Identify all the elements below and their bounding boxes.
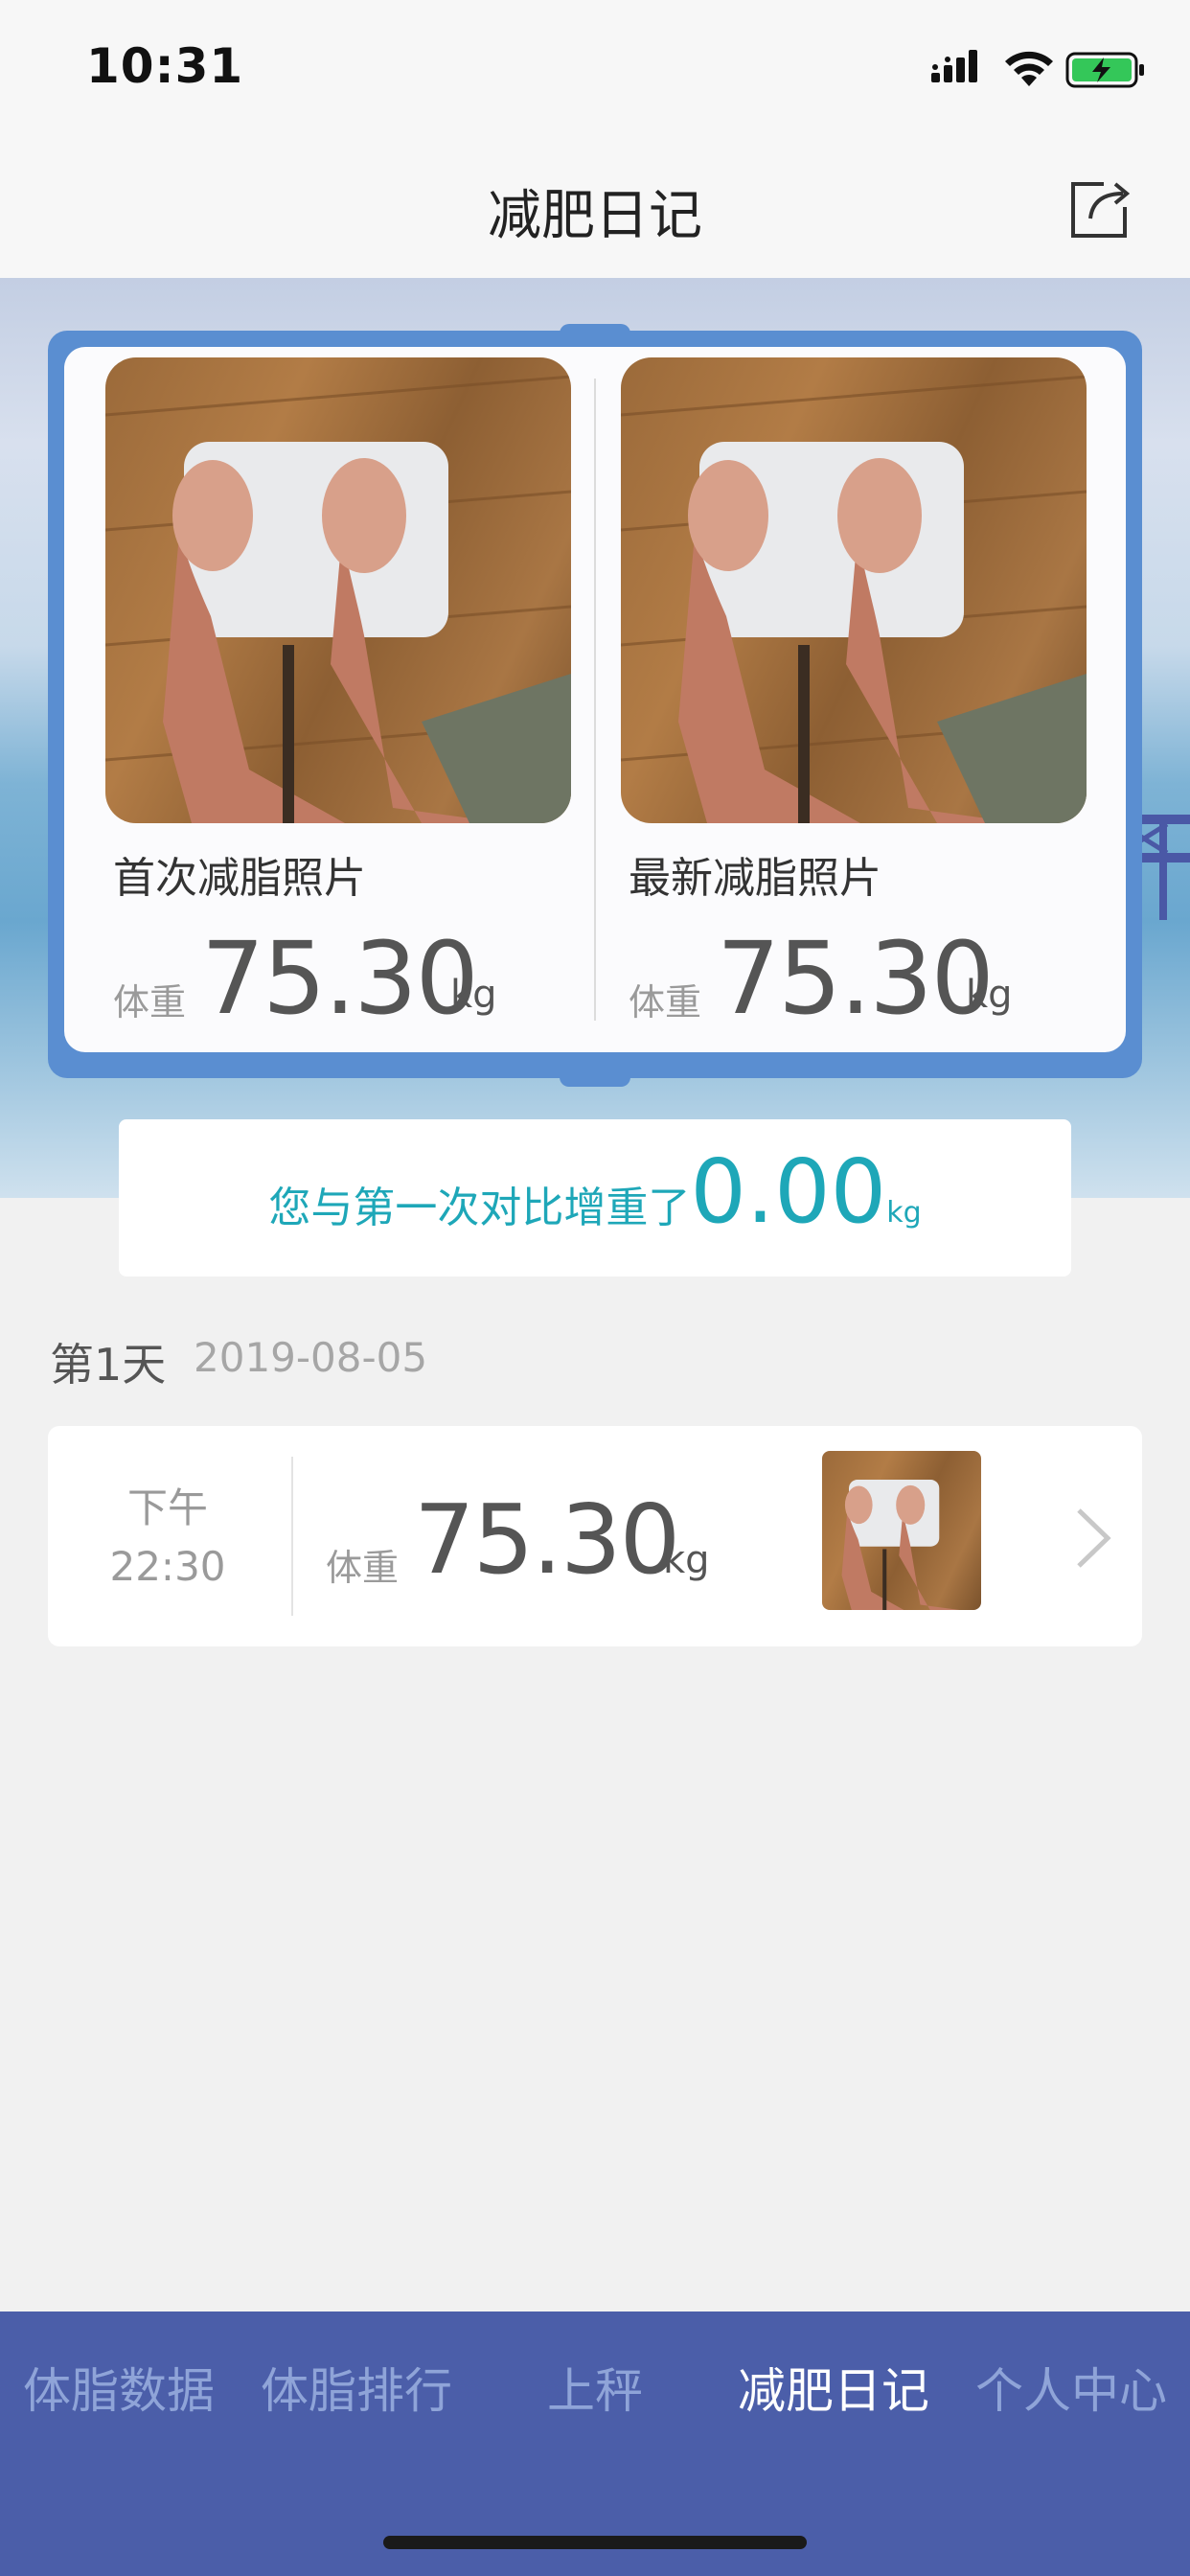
first-photo[interactable]	[105, 357, 571, 823]
battery-charging-icon	[1065, 52, 1144, 88]
record-time: 22:30	[109, 1543, 226, 1590]
record-weight-value: 75.30	[414, 1484, 680, 1596]
weight-compare-line: 您与第一次对比增重了0.00kg	[119, 1140, 1071, 1243]
scale-photo-image	[841, 1480, 960, 1610]
share-icon[interactable]	[1065, 174, 1134, 243]
chevron-right-icon[interactable]	[1071, 1505, 1115, 1572]
tab-diet-diary[interactable]: 减肥日记	[715, 2353, 952, 2422]
record-thumbnail[interactable]	[822, 1451, 981, 1610]
record-weight-label: 体重	[326, 1547, 400, 1589]
latest-photo[interactable]	[621, 357, 1087, 823]
latest-weight-unit: kg	[966, 973, 1013, 1017]
first-weight-label: 体重	[113, 981, 187, 1024]
tab-personal-center[interactable]: 个人中心	[952, 2353, 1190, 2422]
compare-text: 您与第一次对比增重了	[268, 1184, 691, 1232]
first-weight-unit: kg	[450, 973, 497, 1017]
first-photo-caption: 首次减脂照片	[113, 854, 366, 903]
day-date: 2019-08-05	[194, 1334, 428, 1381]
frame-hinge-top	[560, 324, 630, 349]
record-divider	[291, 1457, 293, 1616]
compare-unit: kg	[886, 1196, 922, 1230]
home-indicator	[383, 2536, 807, 2549]
tab-body-fat-data[interactable]: 体脂数据	[0, 2353, 238, 2422]
latest-weight-value: 75.30	[717, 920, 995, 1037]
day-label: 第1天	[50, 1339, 167, 1391]
page-title: 减肥日记	[488, 185, 702, 247]
tab-weigh-in[interactable]: 上秤	[475, 2353, 715, 2422]
card-divider	[594, 379, 596, 1021]
scale-photo-image	[621, 375, 1087, 823]
latest-weight-label: 体重	[629, 981, 702, 1024]
tab-body-fat-ranking[interactable]: 体脂排行	[238, 2353, 475, 2422]
signal-icon	[931, 50, 977, 82]
compare-value: 0.00	[690, 1140, 887, 1243]
record-weight-unit: kg	[663, 1538, 710, 1582]
scale-photo-image	[105, 375, 571, 823]
first-weight-value: 75.30	[201, 920, 479, 1037]
record-ampm: 下午	[126, 1484, 208, 1531]
status-time: 10:31	[86, 38, 244, 94]
latest-photo-caption: 最新减脂照片	[629, 854, 881, 903]
wifi-icon	[1005, 51, 1053, 86]
frame-hinge-bottom	[560, 1054, 630, 1087]
